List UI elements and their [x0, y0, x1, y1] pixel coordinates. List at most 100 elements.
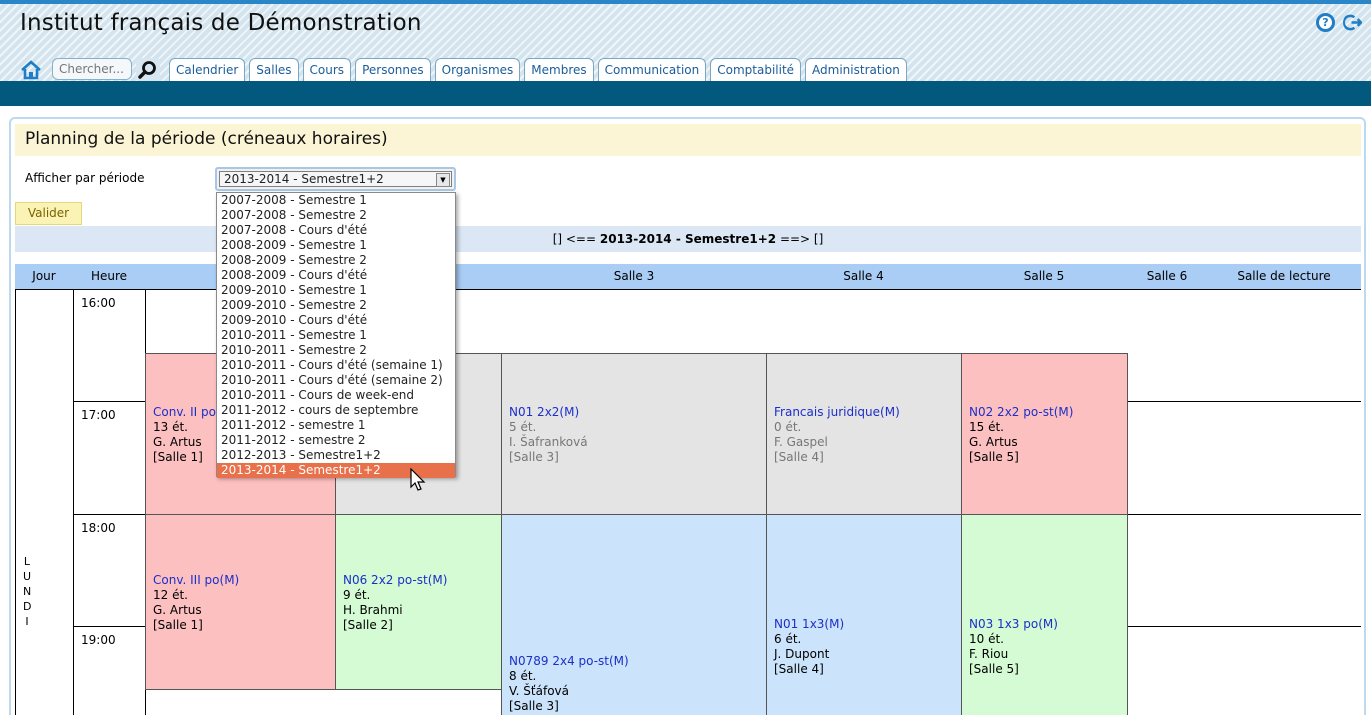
chevron-down-icon[interactable]: ▼ [436, 173, 450, 187]
course-room: [Salle 4] [774, 662, 824, 676]
home-icon[interactable] [20, 60, 42, 80]
period-option[interactable]: 2010-2011 - Semestre 2 [217, 343, 455, 358]
period-select-value-box[interactable]: 2013-2014 - Semestre1+2 ▼ [219, 171, 452, 187]
current-period: 2013-2014 - Semestre1+2 [599, 232, 777, 246]
period-option[interactable]: 2010-2011 - Cours d'été (semaine 2) [217, 373, 455, 388]
tab-administration[interactable]: Administration [805, 58, 907, 81]
course-room: [Salle 5] [969, 662, 1019, 676]
course-teacher: J. Dupont [774, 647, 830, 661]
col-header-salle-3: Salle 3 [613, 269, 655, 283]
course-teacher: H. Brahmi [343, 603, 403, 617]
app-title: Institut français de Démonstration [20, 10, 422, 36]
grid-line [73, 626, 146, 627]
search-icon[interactable] [136, 58, 160, 81]
grid-line [73, 289, 74, 715]
course-cell[interactable]: N01 1x3(M) 6 ét. J. Dupont [Salle 4] [766, 514, 962, 715]
period-option[interactable]: 2010-2011 - Cours d'été (semaine 1) [217, 358, 455, 373]
course-title[interactable]: Conv. III po(M) [153, 573, 335, 588]
course-cell[interactable]: Conv. III po(M) 12 ét. G. Artus [Salle 1… [145, 514, 336, 690]
course-title[interactable]: N01 1x3(M) [774, 617, 961, 632]
period-option[interactable]: 2008-2009 - Cours d'été [217, 268, 455, 283]
col-header-salle-4: Salle 4 [843, 269, 884, 283]
course-room: [Salle 3] [509, 450, 559, 464]
search-input[interactable] [52, 58, 132, 80]
col-header-heure: Heure [90, 269, 128, 283]
course-teacher: F. Riou [969, 647, 1009, 661]
hour-label: 16:00 [81, 296, 116, 310]
course-students: 8 ét. [509, 669, 537, 683]
period-option[interactable]: 2007-2008 - Cours d'été [217, 223, 455, 238]
period-option[interactable]: 2010-2011 - Cours de week-end [217, 388, 455, 403]
grid-line [15, 289, 16, 715]
period-option[interactable]: 2009-2010 - Cours d'été [217, 313, 455, 328]
period-option[interactable]: 2008-2009 - Semestre 2 [217, 253, 455, 268]
help-icon[interactable]: ? [1316, 13, 1335, 32]
course-students: 12 ét. [153, 588, 188, 602]
hour-label: 17:00 [81, 408, 116, 422]
course-cell[interactable]: N02 2x2 po-st(M) 15 ét. G. Artus [Salle … [961, 353, 1128, 515]
next-period-link[interactable]: ==> [] [780, 232, 823, 246]
panel-title-bar: Planning de la période (créneaux horaire… [15, 124, 1361, 156]
course-title[interactable]: N02 2x2 po-st(M) [969, 405, 1127, 420]
course-title[interactable]: N03 1x3 po(M) [969, 617, 1127, 632]
course-students: 5 ét. [509, 420, 537, 434]
course-cell[interactable]: Francais juridique(M) 0 ét. F. Gaspel [S… [766, 353, 962, 515]
period-option[interactable]: 2007-2008 - Semestre 1 [217, 193, 455, 208]
col-header-salle-5: Salle 5 [1023, 269, 1065, 283]
mouse-pointer-icon [410, 468, 426, 491]
col-header-jour: Jour [32, 269, 56, 283]
period-select[interactable]: 2013-2014 - Semestre1+2 ▼ [215, 167, 456, 191]
course-room: [Salle 4] [774, 450, 824, 464]
day-label: LUNDI [23, 555, 32, 628]
tab-membres[interactable]: Membres [524, 58, 594, 81]
course-students: 15 ét. [969, 420, 1004, 434]
main-tabs: Calendrier Salles Cours Personnes Organi… [169, 58, 907, 81]
period-option[interactable]: 2010-2011 - Semestre 1 [217, 328, 455, 343]
course-teacher: V. Šťáfová [509, 684, 569, 698]
period-option[interactable]: 2009-2010 - Semestre 1 [217, 283, 455, 298]
tab-cours[interactable]: Cours [302, 58, 352, 81]
course-room: [Salle 1] [153, 618, 203, 632]
page-title: Planning de la période (créneaux horaire… [25, 129, 388, 149]
course-title[interactable]: N0789 2x4 po-st(M) [509, 654, 766, 669]
course-students: 10 ét. [969, 632, 1004, 646]
period-option[interactable]: 2011-2012 - semestre 1 [217, 418, 455, 433]
period-option[interactable]: 2009-2010 - Semestre 2 [217, 298, 455, 313]
period-option[interactable]: 2011-2012 - cours de septembre [217, 403, 455, 418]
grid-line [1127, 626, 1361, 627]
tab-salles[interactable]: Salles [249, 58, 299, 81]
nav-bar [0, 81, 1371, 106]
period-option[interactable]: 2012-2013 - Semestre1+2 [217, 448, 455, 463]
col-header-salle-6: Salle 6 [1146, 269, 1188, 283]
course-room: [Salle 2] [343, 618, 393, 632]
period-option[interactable]: 2007-2008 - Semestre 2 [217, 208, 455, 223]
hour-label: 18:00 [81, 521, 116, 535]
tab-comptabilite[interactable]: Comptabilité [710, 58, 802, 81]
prev-period-link[interactable]: [] <== [553, 232, 596, 246]
logout-icon[interactable] [1343, 13, 1362, 32]
grid-line [73, 401, 146, 402]
course-cell[interactable]: N0789 2x4 po-st(M) 8 ét. V. Šťáfová [Sal… [501, 514, 767, 715]
period-label: Afficher par période [25, 171, 145, 185]
app-header: Institut français de Démonstration ? Cal… [0, 4, 1371, 81]
tab-personnes[interactable]: Personnes [355, 58, 431, 81]
course-cell[interactable]: N03 1x3 po(M) 10 ét. F. Riou [Salle 5] [961, 514, 1128, 715]
course-teacher: F. Gaspel [774, 435, 828, 449]
course-title[interactable]: N06 2x2 po-st(M) [343, 573, 501, 588]
tab-calendrier[interactable]: Calendrier [169, 58, 246, 81]
course-title[interactable]: N01 2x2(M) [509, 405, 766, 420]
grid-line [73, 514, 146, 515]
tab-communication[interactable]: Communication [597, 58, 707, 81]
course-room: [Salle 5] [969, 450, 1019, 464]
hour-label: 19:00 [81, 633, 116, 647]
period-option[interactable]: 2011-2012 - semestre 2 [217, 433, 455, 448]
period-option[interactable]: 2008-2009 - Semestre 1 [217, 238, 455, 253]
course-room: [Salle 3] [509, 699, 559, 713]
course-students: 9 ét. [343, 588, 371, 602]
tab-organismes[interactable]: Organismes [434, 58, 521, 81]
course-cell[interactable]: N01 2x2(M) 5 ét. I. Šafranková [Salle 3] [501, 353, 767, 515]
col-header-salle-de-lecture: Salle de lecture [1237, 269, 1331, 283]
course-cell[interactable]: N06 2x2 po-st(M) 9 ét. H. Brahmi [Salle … [335, 514, 502, 690]
course-title[interactable]: Francais juridique(M) [774, 405, 961, 420]
validate-button[interactable]: Valider [15, 202, 82, 225]
